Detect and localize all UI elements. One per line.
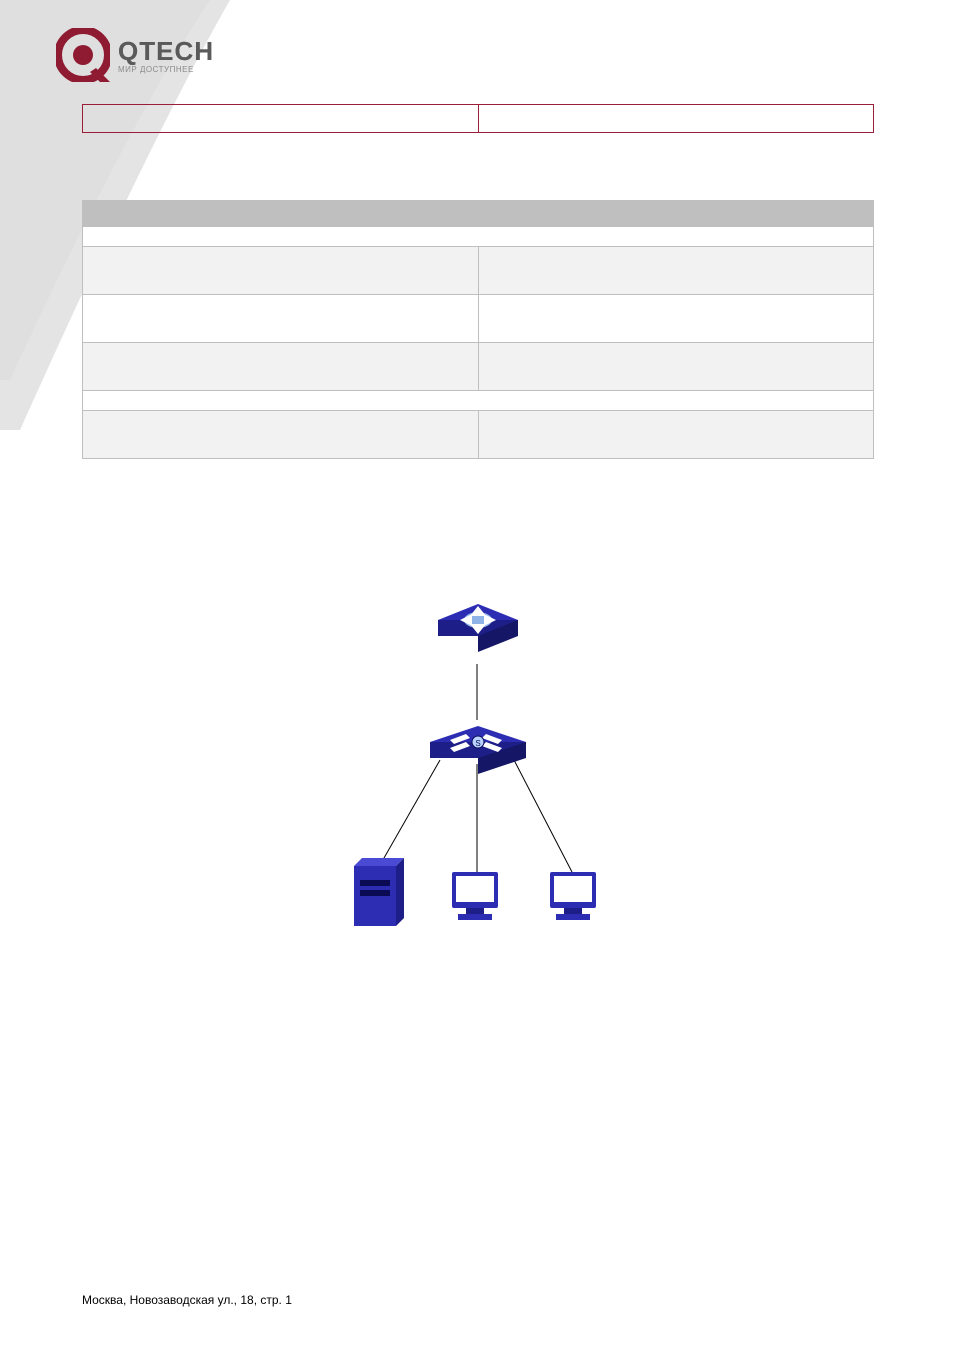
pc-icon <box>452 872 498 920</box>
table-group-row-2 <box>83 391 874 411</box>
desc-cell <box>478 247 874 295</box>
desc-cell <box>478 295 874 343</box>
svg-text:S: S <box>475 739 480 748</box>
server-icon <box>354 858 404 926</box>
logo: QTECH МИР ДОСТУПНЕЕ <box>56 28 214 82</box>
network-diagram: S <box>340 580 614 940</box>
table-row <box>83 343 874 391</box>
table-group-row-1 <box>83 227 874 247</box>
command-table <box>82 200 874 459</box>
doc-hdr-left <box>83 105 479 133</box>
desc-cell <box>478 343 874 391</box>
table-row <box>83 295 874 343</box>
router-icon <box>438 604 518 652</box>
page-footer-address: Москва, Новозаводская ул., 18, стр. 1 <box>82 1293 292 1307</box>
pc-icon <box>550 872 596 920</box>
cmd-cell <box>83 343 479 391</box>
doc-header-table <box>82 104 874 133</box>
cmd-col-header <box>83 201 479 227</box>
desc-col-header <box>478 201 874 227</box>
logo-brand-text: QTECH <box>118 36 214 67</box>
switch-icon: S <box>430 726 526 774</box>
table-row <box>83 411 874 459</box>
cmd-cell <box>83 411 479 459</box>
desc-cell <box>478 411 874 459</box>
table-row <box>83 247 874 295</box>
group2-label <box>83 391 874 411</box>
doc-header-row <box>83 105 874 133</box>
cmd-cell <box>83 247 479 295</box>
logo-icon <box>56 28 110 82</box>
doc-hdr-right <box>478 105 874 133</box>
group1-label <box>83 227 874 247</box>
cmd-cell <box>83 295 479 343</box>
